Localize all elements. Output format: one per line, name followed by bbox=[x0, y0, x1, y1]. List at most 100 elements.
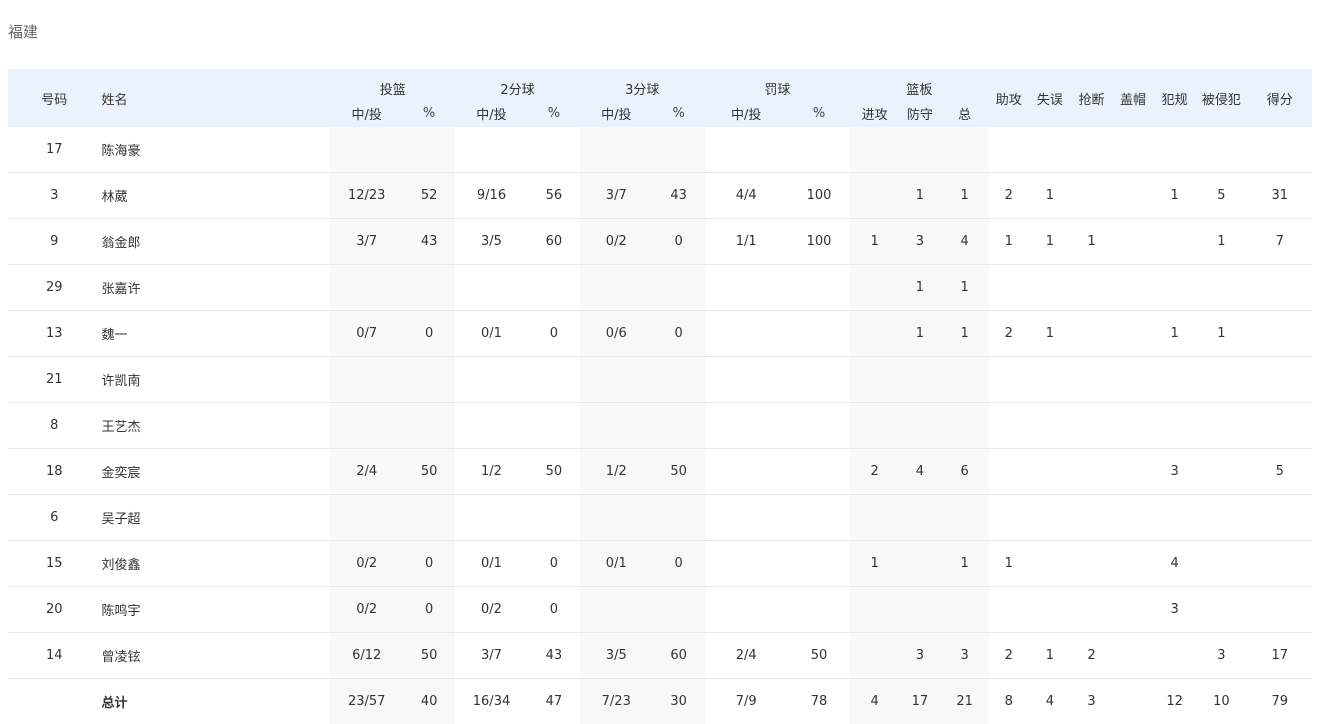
cell-fg-pct: 0 bbox=[403, 541, 455, 587]
cell-ft-pct: 78 bbox=[788, 679, 850, 724]
cell-three-pct: 30 bbox=[653, 679, 705, 724]
cell-three-pct bbox=[653, 403, 705, 449]
cell-turnovers: 1 bbox=[1029, 311, 1071, 357]
cell-def-reb: 3 bbox=[899, 633, 941, 679]
cell-fg-pct: 43 bbox=[403, 219, 455, 265]
cell-ft bbox=[705, 449, 788, 495]
cell-three-pct: 43 bbox=[653, 173, 705, 219]
cell-number: 15 bbox=[8, 541, 101, 587]
cell-turnovers bbox=[1029, 127, 1071, 173]
cell-two: 16/34 bbox=[455, 679, 528, 724]
cell-tot-reb: 4 bbox=[941, 219, 989, 265]
cell-fouls: 12 bbox=[1154, 679, 1196, 724]
cell-steals: 1 bbox=[1071, 219, 1113, 265]
cell-number: 13 bbox=[8, 311, 101, 357]
player-row: 17陈海豪 bbox=[8, 127, 1312, 173]
cell-fouls: 3 bbox=[1154, 587, 1196, 633]
cell-fouls: 1 bbox=[1154, 173, 1196, 219]
cell-ft-pct: 100 bbox=[788, 219, 850, 265]
header-three-pct: % bbox=[653, 100, 705, 127]
cell-ft bbox=[705, 587, 788, 633]
cell-fouled: 1 bbox=[1195, 219, 1247, 265]
cell-fouled bbox=[1195, 127, 1247, 173]
cell-three-pct: 0 bbox=[653, 541, 705, 587]
cell-def-reb bbox=[899, 127, 941, 173]
cell-tot-reb: 1 bbox=[941, 311, 989, 357]
cell-name: 总计 bbox=[101, 679, 331, 724]
header-rebounds: 篮板 bbox=[850, 69, 988, 100]
header-two-pt: 2分球 bbox=[455, 69, 580, 100]
cell-fg-pct: 50 bbox=[403, 633, 455, 679]
cell-blocks bbox=[1112, 311, 1154, 357]
cell-steals bbox=[1071, 587, 1113, 633]
header-number: 号码 bbox=[8, 69, 101, 127]
cell-number: 17 bbox=[8, 127, 101, 173]
cell-two-pct: 0 bbox=[528, 541, 580, 587]
cell-fg-pct: 40 bbox=[403, 679, 455, 724]
cell-assists: 2 bbox=[989, 311, 1030, 357]
cell-points bbox=[1247, 495, 1312, 541]
cell-two-pct bbox=[528, 127, 580, 173]
cell-ft-pct bbox=[788, 403, 850, 449]
box-score-table: 号码 姓名 投篮 2分球 3分球 罚球 篮板 助攻 失误 抢断 盖帽 犯规 被侵… bbox=[8, 69, 1312, 724]
header-ft-pct: % bbox=[788, 100, 850, 127]
header-two-made-att: 中/投 bbox=[455, 100, 528, 127]
cell-two bbox=[455, 265, 528, 311]
cell-assists: 2 bbox=[989, 173, 1030, 219]
cell-points bbox=[1247, 403, 1312, 449]
header-two-pct: % bbox=[528, 100, 580, 127]
cell-tot-reb bbox=[941, 127, 989, 173]
cell-name: 曾凌铉 bbox=[101, 633, 331, 679]
cell-two-pct bbox=[528, 265, 580, 311]
cell-off-reb bbox=[850, 265, 899, 311]
cell-turnovers: 1 bbox=[1029, 219, 1071, 265]
cell-ft-pct bbox=[788, 541, 850, 587]
cell-number: 3 bbox=[8, 173, 101, 219]
cell-three-pct bbox=[653, 127, 705, 173]
cell-fg-pct bbox=[403, 357, 455, 403]
cell-fg: 3/7 bbox=[330, 219, 403, 265]
cell-assists bbox=[989, 357, 1030, 403]
cell-three-pct: 0 bbox=[653, 311, 705, 357]
cell-two-pct bbox=[528, 403, 580, 449]
cell-two-pct: 0 bbox=[528, 587, 580, 633]
cell-off-reb bbox=[850, 633, 899, 679]
cell-fg bbox=[330, 127, 403, 173]
cell-name: 吴子超 bbox=[101, 495, 331, 541]
cell-three: 3/7 bbox=[580, 173, 653, 219]
cell-three bbox=[580, 127, 653, 173]
cell-tot-reb bbox=[941, 403, 989, 449]
cell-turnovers bbox=[1029, 495, 1071, 541]
cell-two-pct: 43 bbox=[528, 633, 580, 679]
cell-steals bbox=[1071, 541, 1113, 587]
cell-fg-pct: 0 bbox=[403, 587, 455, 633]
cell-def-reb bbox=[899, 403, 941, 449]
header-fouled: 被侵犯 bbox=[1195, 69, 1247, 127]
cell-three-pct bbox=[653, 495, 705, 541]
cell-tot-reb: 6 bbox=[941, 449, 989, 495]
cell-tot-reb: 3 bbox=[941, 633, 989, 679]
cell-def-reb: 3 bbox=[899, 219, 941, 265]
header-turnovers: 失误 bbox=[1029, 69, 1071, 127]
cell-name: 翁金郎 bbox=[101, 219, 331, 265]
cell-three: 1/2 bbox=[580, 449, 653, 495]
cell-tot-reb: 1 bbox=[941, 541, 989, 587]
cell-fouled bbox=[1195, 495, 1247, 541]
cell-blocks bbox=[1112, 587, 1154, 633]
cell-ft: 1/1 bbox=[705, 219, 788, 265]
cell-two-pct: 56 bbox=[528, 173, 580, 219]
cell-fg: 2/4 bbox=[330, 449, 403, 495]
cell-assists: 1 bbox=[989, 541, 1030, 587]
cell-name: 王艺杰 bbox=[101, 403, 331, 449]
cell-def-reb: 1 bbox=[899, 311, 941, 357]
cell-fouls: 1 bbox=[1154, 311, 1196, 357]
cell-fouls: 3 bbox=[1154, 449, 1196, 495]
cell-turnovers: 1 bbox=[1029, 633, 1071, 679]
cell-ft-pct bbox=[788, 127, 850, 173]
cell-fouls bbox=[1154, 127, 1196, 173]
cell-turnovers bbox=[1029, 449, 1071, 495]
cell-fg: 0/2 bbox=[330, 541, 403, 587]
cell-ft: 4/4 bbox=[705, 173, 788, 219]
cell-three bbox=[580, 265, 653, 311]
cell-name: 刘俊鑫 bbox=[101, 541, 331, 587]
